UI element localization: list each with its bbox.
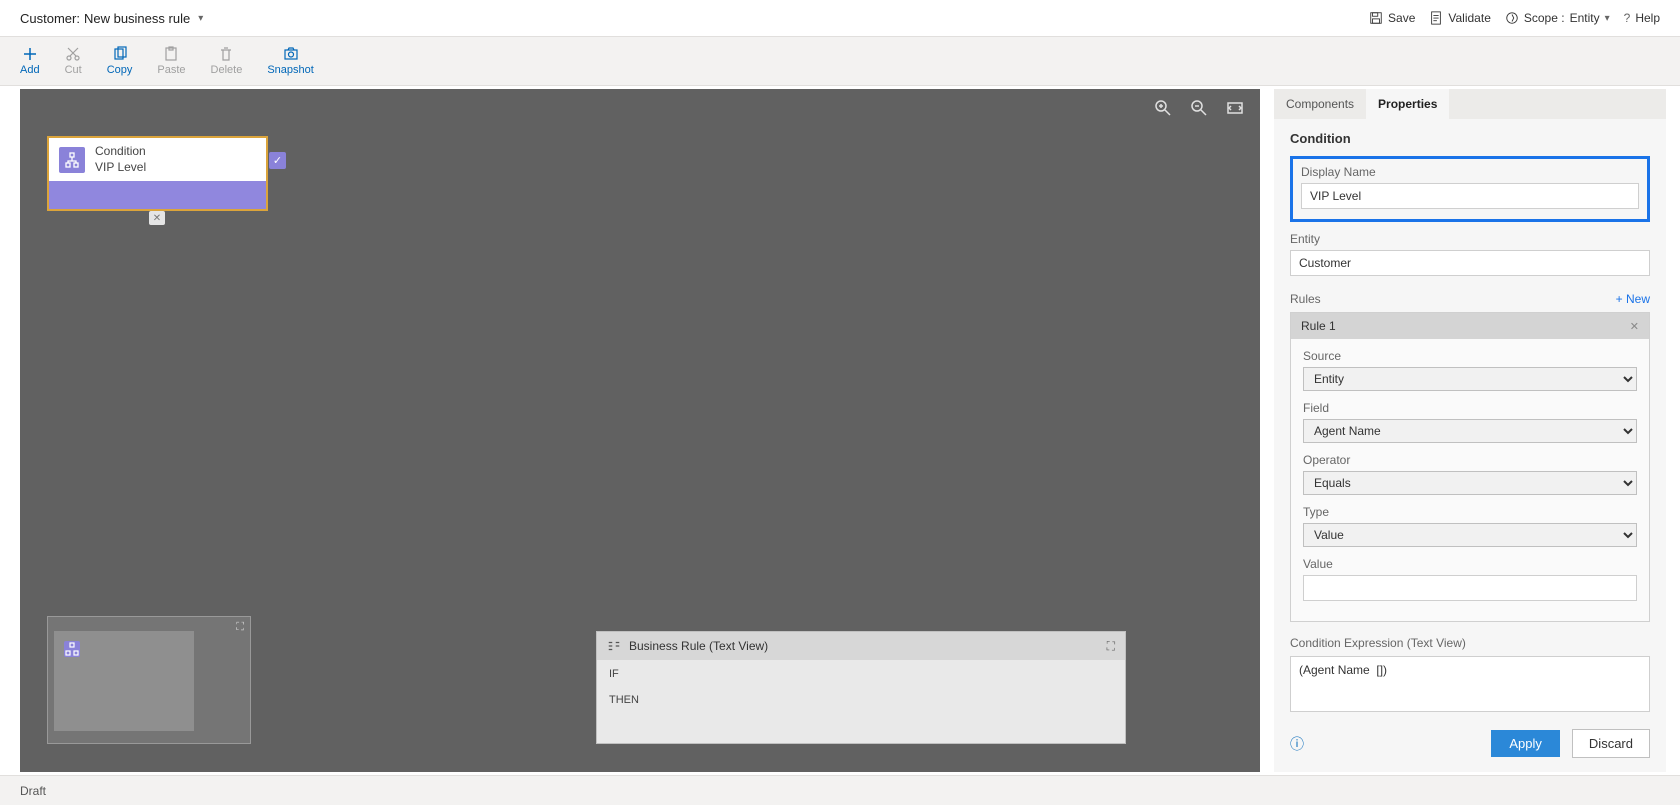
properties-panel: Components Properties Condition Display … xyxy=(1274,89,1666,772)
add-button[interactable]: Add xyxy=(20,46,40,76)
text-view-panel: Business Rule (Text View) ⛶ IF THEN xyxy=(596,631,1126,744)
plus-icon xyxy=(22,46,38,62)
textview-then: THEN xyxy=(609,694,1113,706)
rule-box: Rule 1 ✕ Source Entity Field Agent Name xyxy=(1290,312,1650,622)
expand-icon[interactable]: ⛶ xyxy=(236,621,244,634)
entity-label: Customer: xyxy=(20,11,80,26)
operator-label: Operator xyxy=(1303,453,1637,467)
entity-label: Entity xyxy=(1290,232,1650,246)
cut-button[interactable]: Cut xyxy=(65,46,82,76)
delete-icon xyxy=(218,46,234,62)
chevron-down-icon: ▾ xyxy=(1605,13,1610,24)
tab-components[interactable]: Components xyxy=(1274,89,1366,119)
value-input[interactable] xyxy=(1303,575,1637,601)
tab-properties[interactable]: Properties xyxy=(1366,89,1449,119)
type-select[interactable]: Value xyxy=(1303,523,1637,547)
delete-button[interactable]: Delete xyxy=(211,46,243,76)
zoom-out-button[interactable] xyxy=(1190,99,1208,122)
apply-button[interactable]: Apply xyxy=(1491,730,1560,757)
checkmark-icon[interactable]: ✓ xyxy=(269,152,286,169)
display-name-group: Display Name xyxy=(1290,156,1650,222)
source-select[interactable]: Entity xyxy=(1303,367,1637,391)
textview-icon xyxy=(607,639,621,653)
hierarchy-icon xyxy=(59,147,85,173)
display-name-input[interactable] xyxy=(1301,183,1639,209)
save-button[interactable]: Save xyxy=(1369,11,1415,25)
rules-label: Rules xyxy=(1290,292,1321,306)
titlebar: Customer: New business rule ▾ Save Valid… xyxy=(0,0,1680,36)
close-icon[interactable]: ✕ xyxy=(1630,320,1639,333)
validate-icon xyxy=(1429,11,1443,25)
condition-drop-zone[interactable] xyxy=(49,181,266,209)
zoom-in-button[interactable] xyxy=(1154,99,1172,122)
validate-button[interactable]: Validate xyxy=(1429,11,1490,25)
operator-select[interactable]: Equals xyxy=(1303,471,1637,495)
save-icon xyxy=(1369,11,1383,25)
paste-button[interactable]: Paste xyxy=(157,46,185,76)
expression-label: Condition Expression (Text View) xyxy=(1290,636,1650,650)
help-button[interactable]: ? Help xyxy=(1624,11,1660,25)
textview-if: IF xyxy=(609,668,1113,680)
source-label: Source xyxy=(1303,349,1637,363)
scope-icon xyxy=(1505,11,1519,25)
scope-dropdown[interactable]: Scope : Entity ▾ xyxy=(1505,11,1610,25)
toolbar: Add Cut Copy Paste Delete Snapshot xyxy=(0,36,1680,86)
type-label: Type xyxy=(1303,505,1637,519)
copy-button[interactable]: Copy xyxy=(107,46,133,76)
fit-button[interactable] xyxy=(1226,99,1244,122)
field-select[interactable]: Agent Name xyxy=(1303,419,1637,443)
panel-section-title: Condition xyxy=(1290,131,1650,146)
canvas[interactable]: Condition VIP Level ✓ ✕ ⛶ Business Rule … xyxy=(20,89,1260,772)
display-name-label: Display Name xyxy=(1301,165,1639,179)
info-icon[interactable]: ⓘ xyxy=(1290,734,1304,754)
chevron-down-icon[interactable]: ▾ xyxy=(198,13,203,24)
add-rule-button[interactable]: + New xyxy=(1616,292,1650,306)
cut-icon xyxy=(65,46,81,62)
discard-button[interactable]: Discard xyxy=(1572,729,1650,758)
value-label: Value xyxy=(1303,557,1637,571)
help-icon: ? xyxy=(1624,11,1631,25)
condition-value: VIP Level xyxy=(95,160,146,176)
rule-title: Rule 1 xyxy=(1301,319,1336,333)
minimap-node xyxy=(64,641,80,657)
condition-node[interactable]: Condition VIP Level xyxy=(47,136,268,211)
expand-icon[interactable]: ⛶ xyxy=(1107,639,1115,654)
close-icon[interactable]: ✕ xyxy=(149,211,165,225)
paste-icon xyxy=(163,46,179,62)
entity-input[interactable] xyxy=(1290,250,1650,276)
rule-title[interactable]: Customer: New business rule ▾ xyxy=(20,11,203,26)
statusbar: Draft xyxy=(0,775,1680,805)
condition-label: Condition xyxy=(95,144,146,160)
field-label: Field xyxy=(1303,401,1637,415)
minimap[interactable]: ⛶ xyxy=(47,616,251,744)
status-text: Draft xyxy=(20,784,46,798)
copy-icon xyxy=(112,46,128,62)
textview-title: Business Rule (Text View) xyxy=(629,639,768,653)
expression-textarea[interactable] xyxy=(1290,656,1650,712)
rule-name: New business rule xyxy=(84,11,190,26)
camera-icon xyxy=(283,46,299,62)
snapshot-button[interactable]: Snapshot xyxy=(267,46,313,76)
